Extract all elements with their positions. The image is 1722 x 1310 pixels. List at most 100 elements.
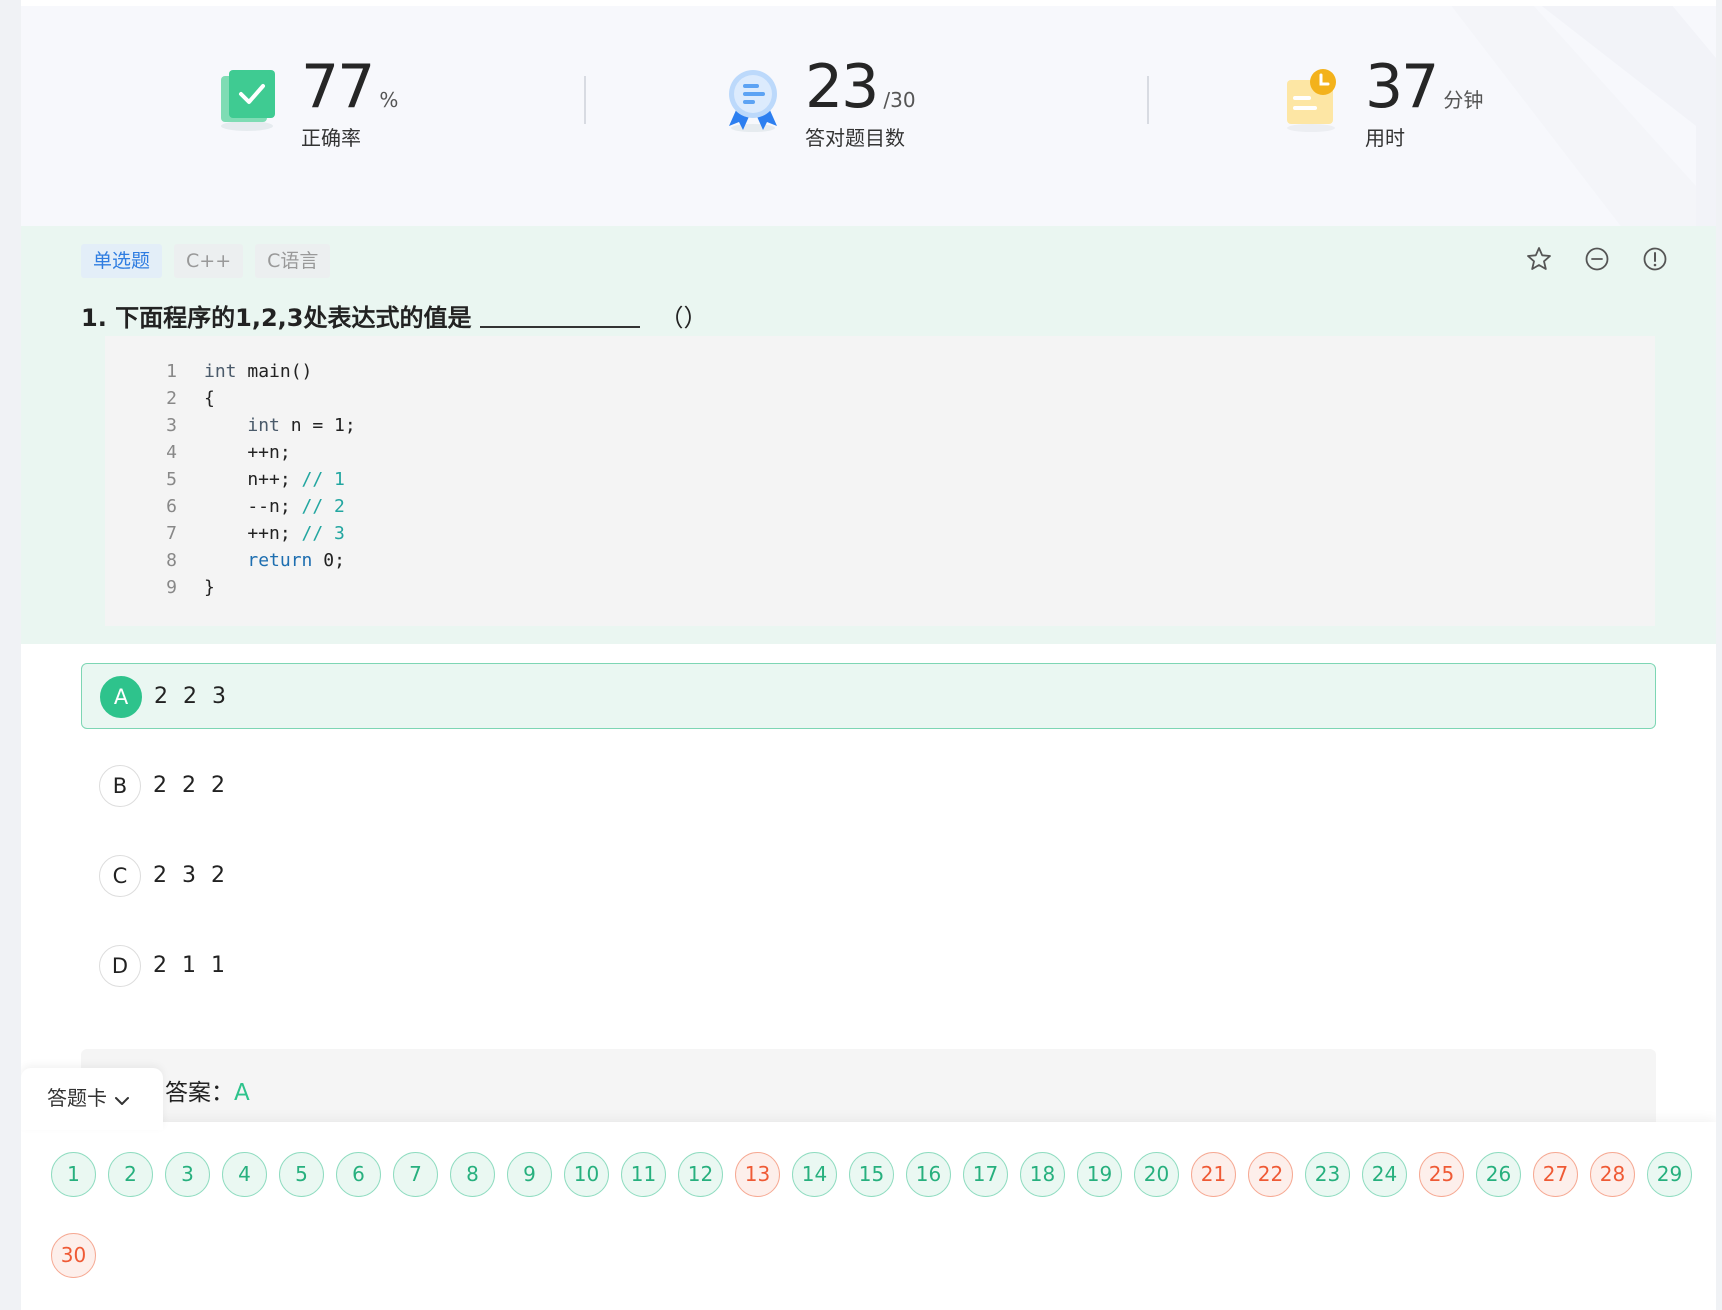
question-number-13[interactable]: 13: [735, 1152, 780, 1197]
code-line: 9}: [105, 574, 1655, 601]
question-number-2[interactable]: 2: [108, 1152, 153, 1197]
option-letter: C: [99, 855, 141, 897]
code-token: {: [204, 388, 215, 409]
line-number: 4: [166, 442, 177, 463]
code-line: 1 int main(): [105, 358, 1655, 385]
option-c[interactable]: C 2 3 2: [81, 843, 1656, 909]
question-number-6[interactable]: 6: [336, 1152, 381, 1197]
stats-header: 77% 正确率 23/30 答对题目数 37 分钟 用时: [21, 6, 1716, 226]
tag-cpp: C++: [174, 244, 244, 278]
answer-label: 答案：: [165, 1080, 234, 1106]
clock-note-icon: [1287, 69, 1336, 132]
option-text: 2 1 1: [153, 953, 229, 978]
question-panel: 单选题 C++ C语言 1. 下面程序的1,2,3处表达式的值是 （） 1 int …: [21, 226, 1716, 644]
code-token: ++n;: [204, 523, 302, 544]
code-token: 0;: [312, 550, 345, 571]
line-number: 2: [166, 388, 177, 409]
stat-divider: [584, 76, 586, 124]
code-text: }: [204, 574, 215, 601]
question-number-22[interactable]: 22: [1248, 1152, 1293, 1197]
question-number-4[interactable]: 4: [222, 1152, 267, 1197]
code-text: --n; // 2: [204, 493, 345, 520]
code-line: 6 --n; // 2: [105, 493, 1655, 520]
question-paren: （）: [659, 304, 708, 332]
question-number-7[interactable]: 7: [393, 1152, 438, 1197]
award-ribbon-icon: [729, 70, 777, 132]
question-number-3[interactable]: 3: [165, 1152, 210, 1197]
line-number: 3: [166, 415, 177, 436]
code-token: ++n;: [204, 442, 291, 463]
correct-total: /30: [883, 88, 916, 112]
answer-line: 答案：A: [165, 1073, 250, 1107]
question-number-27[interactable]: 27: [1533, 1152, 1578, 1197]
alert-circle-icon[interactable]: [1642, 246, 1668, 272]
question-number-8[interactable]: 8: [450, 1152, 495, 1197]
question-number-25[interactable]: 25: [1419, 1152, 1464, 1197]
question-number-24[interactable]: 24: [1362, 1152, 1407, 1197]
line-number: 6: [166, 496, 177, 517]
code-block: 1 int main() 2{3 int n = 1; 4 ++n; 5 n++; //…: [105, 336, 1655, 626]
question-number-23[interactable]: 23: [1305, 1152, 1350, 1197]
question-number-1[interactable]: 1: [51, 1152, 96, 1197]
option-letter: B: [99, 765, 141, 807]
result-page: 77% 正确率 23/30 答对题目数 37 分钟 用时 单选题 C++ C语言…: [21, 0, 1716, 1310]
question-number-9[interactable]: 9: [507, 1152, 552, 1197]
question-number-10[interactable]: 10: [564, 1152, 609, 1197]
code-text: {: [204, 385, 215, 412]
option-d[interactable]: D 2 1 1: [81, 933, 1656, 999]
tag-c-language: C语言: [255, 244, 331, 278]
accuracy-unit: %: [379, 88, 399, 112]
option-text: 2 3 2: [153, 863, 229, 888]
question-number-5[interactable]: 5: [279, 1152, 324, 1197]
question-text: 1. 下面程序的1,2,3处表达式的值是: [81, 304, 472, 332]
question-number-12[interactable]: 12: [678, 1152, 723, 1197]
option-a[interactable]: A 2 2 3: [81, 663, 1656, 729]
code-text: ++n; // 3: [204, 520, 345, 547]
option-letter: D: [99, 945, 141, 987]
code-text: return 0;: [204, 547, 345, 574]
code-line: 4 ++n;: [105, 439, 1655, 466]
question-number-30[interactable]: 30: [51, 1233, 96, 1278]
star-icon[interactable]: [1526, 246, 1552, 272]
question-number-16[interactable]: 16: [906, 1152, 951, 1197]
correct-label: 答对题目数: [805, 126, 905, 150]
question-number-18[interactable]: 18: [1020, 1152, 1065, 1197]
question-actions: [1526, 246, 1668, 272]
line-number: 5: [166, 469, 177, 490]
code-line: 3 int n = 1;: [105, 412, 1655, 439]
line-number: 8: [166, 550, 177, 571]
code-text: n++; // 1: [204, 466, 345, 493]
stat-divider: [1147, 76, 1149, 124]
answer-sheet-toggle[interactable]: 答题卡: [21, 1068, 163, 1130]
question-title: 1. 下面程序的1,2,3处表达式的值是 （）: [81, 298, 708, 333]
option-text: 2 2 2: [153, 773, 229, 798]
option-text: 2 2 3: [154, 684, 230, 709]
time-unit: 分钟: [1443, 88, 1484, 112]
code-text: ++n;: [204, 439, 291, 466]
question-number-21[interactable]: 21: [1191, 1152, 1236, 1197]
question-number-20[interactable]: 20: [1134, 1152, 1179, 1197]
question-number-14[interactable]: 14: [792, 1152, 837, 1197]
line-number: 1: [166, 361, 177, 382]
code-keyword: int: [204, 361, 237, 382]
question-number-28[interactable]: 28: [1590, 1152, 1635, 1197]
code-line: 8 return 0;: [105, 547, 1655, 574]
minus-circle-icon[interactable]: [1584, 246, 1610, 272]
question-number-26[interactable]: 26: [1476, 1152, 1521, 1197]
option-b[interactable]: B 2 2 2: [81, 753, 1656, 819]
question-number-19[interactable]: 19: [1077, 1152, 1122, 1197]
answer-value: A: [234, 1080, 250, 1106]
answer-sheet-label: 答题卡: [47, 1086, 107, 1110]
code-keyword: return: [247, 550, 313, 571]
question-tags: 单选题 C++ C语言: [81, 244, 331, 278]
code-token: main(): [236, 361, 313, 382]
question-number-15[interactable]: 15: [849, 1152, 894, 1197]
question-number-17[interactable]: 17: [963, 1152, 1008, 1197]
question-number-11[interactable]: 11: [621, 1152, 666, 1197]
code-comment: // 2: [301, 496, 345, 517]
code-comment: // 1: [301, 469, 345, 490]
accuracy-label: 正确率: [301, 126, 361, 150]
question-number-29[interactable]: 29: [1647, 1152, 1692, 1197]
line-number: 9: [166, 577, 177, 598]
